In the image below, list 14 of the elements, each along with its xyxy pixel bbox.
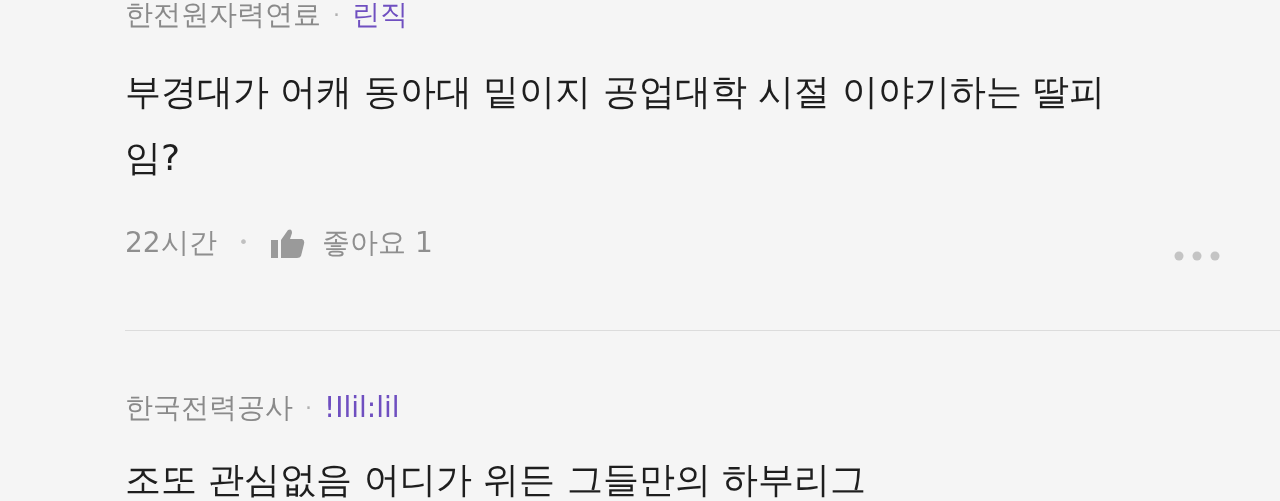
thumbs-up-icon [270, 227, 307, 259]
nickname[interactable]: !Ilil:lil [324, 390, 400, 426]
separator-dot: · [333, 1, 340, 29]
comment-text: 부경대가 어캐 동아대 밑이지 공업대학 시절 이야기하는 딸피임? [125, 70, 1107, 180]
nickname[interactable]: 린직 [352, 0, 408, 33]
company-name: 한국전력공사 [125, 390, 293, 426]
separator-dot: • [238, 232, 249, 254]
more-icon [1174, 251, 1220, 261]
separator-dot: · [305, 394, 312, 422]
comment-time: 22시간 [125, 225, 217, 261]
company-name: 한전원자력연료 [125, 0, 321, 33]
like-button[interactable]: 좋아요 1 [270, 222, 433, 264]
comment-text: 조또 관심없음 어디가 위든 그들만의 하부리그 [125, 458, 868, 501]
more-options-button[interactable] [1174, 251, 1220, 261]
